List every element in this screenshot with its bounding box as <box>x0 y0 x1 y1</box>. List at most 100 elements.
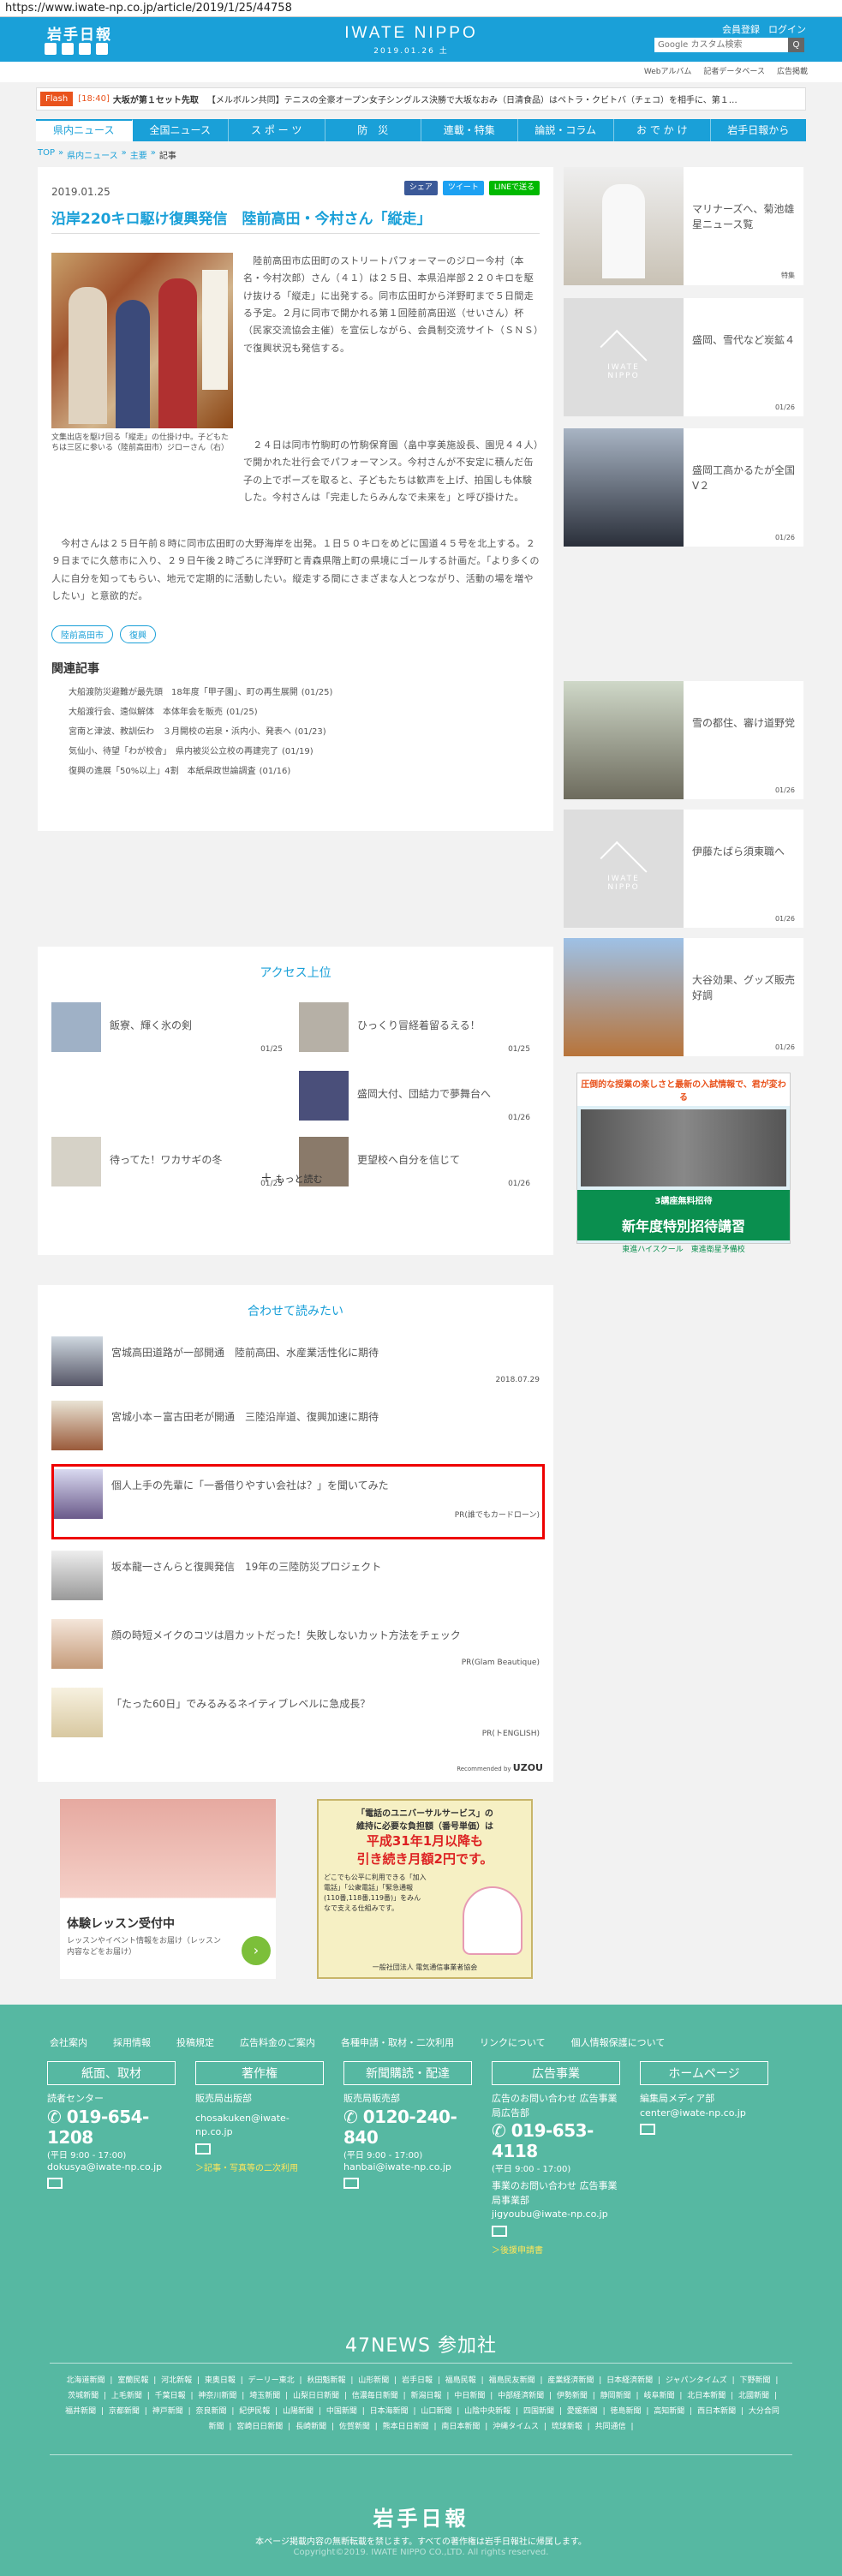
search-button[interactable]: Q <box>788 38 804 52</box>
recommend-credit[interactable]: Recommended by UZOU <box>457 1762 543 1773</box>
related-item[interactable]: 復興の進展「50%以上」4割 本紙県政世論調査 (01/16) <box>69 762 332 781</box>
member-paper-link[interactable]: 北海道新聞 <box>67 2376 105 2385</box>
member-paper-link[interactable]: 信濃毎日新聞 <box>352 2392 398 2400</box>
nav-from-iwate[interactable]: 岩手日報から <box>711 119 807 141</box>
flash-news-bar[interactable]: Flash [18:40] 大坂が第１セット先取 【メルボルン共同】テニスの全豪… <box>36 87 806 111</box>
member-paper-link[interactable]: 室蘭民報 <box>117 2376 148 2385</box>
sponsor-application-link[interactable]: ＞後援申請書 <box>492 2243 620 2256</box>
footer-logo[interactable]: 岩手日報 <box>0 2501 842 2531</box>
footer-link[interactable]: 会社案内 <box>50 2035 87 2049</box>
member-paper-link[interactable]: 山梨日日新聞 <box>293 2392 339 2400</box>
member-paper-link[interactable]: 佐賀新聞 <box>339 2423 370 2431</box>
member-paper-link[interactable]: 北國新聞 <box>738 2392 769 2400</box>
access-item[interactable]: 待ってた！ワカサギの冬 01/25 <box>51 1137 283 1188</box>
member-paper-link[interactable]: 東奥日報 <box>205 2376 236 2385</box>
nav-sports[interactable]: ス ポ ー ツ <box>229 119 325 141</box>
rss-icon[interactable] <box>96 43 108 55</box>
member-paper-link[interactable]: 山形新聞 <box>358 2376 389 2385</box>
article-photo[interactable] <box>51 253 233 428</box>
member-paper-link[interactable]: 中日新聞 <box>454 2392 485 2400</box>
member-paper-link[interactable]: 奈良新聞 <box>195 2407 226 2416</box>
footer-link[interactable]: 各種申請・取材・二次利用 <box>341 2035 454 2049</box>
member-paper-link[interactable]: 静岡新聞 <box>600 2392 631 2400</box>
mail-icon[interactable] <box>195 2143 211 2155</box>
line-share-button[interactable]: LINEで送る <box>488 181 540 195</box>
member-paper-link[interactable]: 西日本新聞 <box>697 2407 736 2416</box>
nav-editorial[interactable]: 論説・コラム <box>518 119 614 141</box>
member-paper-link[interactable]: ジャパンタイムズ <box>666 2376 727 2385</box>
footer-link[interactable]: 個人情報保護について <box>571 2035 666 2049</box>
login-link[interactable]: ログイン <box>768 22 806 36</box>
access-item[interactable]: 飯寮、輝く氷の剣 01/25 <box>51 1002 283 1054</box>
ad-universal-service[interactable]: 「電話のユニバーサルサービス」の 維持に必要な負担額（番号単価）は 平成31年1… <box>317 1799 533 1979</box>
site-logo[interactable]: 岩手日報 <box>47 22 112 44</box>
tweet-button[interactable]: ツイート <box>442 181 484 195</box>
search-input[interactable] <box>654 38 788 52</box>
more-link[interactable]: ＋ もっと読む <box>260 1169 323 1186</box>
member-paper-link[interactable]: 日本経済新聞 <box>606 2376 653 2385</box>
twitter-icon[interactable] <box>45 43 57 55</box>
nav-disaster[interactable]: 防 災 <box>325 119 421 141</box>
footer-link[interactable]: 採用情報 <box>113 2035 151 2049</box>
member-paper-link[interactable]: 長崎新聞 <box>296 2423 326 2431</box>
access-item[interactable]: 盛岡大付、団結力で夢舞台へ 01/26 <box>299 1071 530 1122</box>
member-paper-link[interactable]: 上毛新聞 <box>111 2392 142 2400</box>
member-paper-link[interactable]: 四国新聞 <box>523 2407 554 2416</box>
member-paper-link[interactable]: 神奈川新聞 <box>198 2392 236 2400</box>
member-paper-link[interactable]: 山口新聞 <box>421 2407 451 2416</box>
subnav-ad[interactable]: 広告掲載 <box>777 65 808 82</box>
nav-outing[interactable]: お で か け <box>614 119 711 141</box>
access-item[interactable]: ひっくり冒経着留るえる！ 01/25 <box>299 1002 530 1054</box>
member-paper-link[interactable]: 新潟日報 <box>411 2392 442 2400</box>
tag-fukko[interactable]: 復興 <box>120 625 156 643</box>
member-paper-link[interactable]: 山陰中央新報 <box>464 2407 511 2416</box>
url-bar[interactable]: https://www.iwate-np.co.jp/article/2019/… <box>0 0 842 17</box>
member-paper-link[interactable]: 産業経済新聞 <box>547 2376 594 2385</box>
member-paper-link[interactable]: 茨城新聞 <box>68 2392 99 2400</box>
member-paper-link[interactable]: 山陽新聞 <box>283 2407 314 2416</box>
sidebar-item[interactable]: IWATE NIPPO 盛岡、雪代など炭鉱４ 01/26 <box>564 298 803 416</box>
instagram-icon[interactable] <box>79 43 91 55</box>
member-paper-link[interactable]: 福井新聞 <box>65 2407 96 2416</box>
member-paper-link[interactable]: 中国新聞 <box>326 2407 357 2416</box>
sidebar-item[interactable]: IWATE NIPPO 伊藤たばら須東職へ 01/26 <box>564 810 803 928</box>
mail-icon[interactable] <box>640 2124 655 2135</box>
recommend-item[interactable]: 宮城高田道路が一部開通 陸前高田、水産業活性化に期待 2018.07.29 <box>51 1336 540 1396</box>
ad-dance[interactable]: 体験レッスン受付中 レッスンやイベント情報をお届け（レッスン内容などをお届け） … <box>60 1799 276 1979</box>
related-item[interactable]: 大船渡行会、遠似解体 本体年会を販売 (01/25) <box>69 702 332 722</box>
member-paper-link[interactable]: 徳島新聞 <box>611 2407 642 2416</box>
recommend-item[interactable]: 宮城小本－富古田老が開通 三陸沿岸道、復興加速に期待 <box>51 1401 540 1461</box>
member-paper-link[interactable]: 伊勢新聞 <box>557 2392 588 2400</box>
member-paper-link[interactable]: 千葉日報 <box>155 2392 186 2400</box>
crumb-top[interactable]: TOP <box>38 148 55 161</box>
recommend-item[interactable]: 坂本龍一さんらと復興発信 19年の三陸防災プロジェクト <box>51 1551 540 1611</box>
member-paper-link[interactable]: 福島民友新聞 <box>489 2376 535 2385</box>
member-paper-link[interactable]: 共同通信 <box>595 2423 626 2431</box>
member-paper-link[interactable]: 京都新聞 <box>109 2407 140 2416</box>
access-item[interactable]: 更望校へ自分を信じて 01/26 <box>299 1137 530 1188</box>
mail-icon[interactable] <box>343 2178 359 2189</box>
nav-national-news[interactable]: 全国ニュース <box>133 119 229 141</box>
sidebar-item[interactable]: 雪の都住、審け道野党 01/26 <box>564 681 803 799</box>
related-item[interactable]: 気仙小、待望「わが校舎」 県内被災公立校の再建完了 (01/19) <box>69 742 332 762</box>
member-paper-link[interactable]: 河北新報 <box>161 2376 192 2385</box>
member-register-link[interactable]: 会員登録 <box>722 22 760 36</box>
sidebar-item[interactable]: 盛岡工高かるたが全国V２ 01/26 <box>564 428 803 547</box>
member-paper-link[interactable]: 日本海新聞 <box>370 2407 409 2416</box>
member-paper-link[interactable]: 高知新聞 <box>654 2407 684 2416</box>
footer-link[interactable]: 広告料金のご案内 <box>240 2035 315 2049</box>
member-paper-link[interactable]: 南日本新聞 <box>441 2423 480 2431</box>
member-paper-link[interactable]: 岩手日報 <box>402 2376 433 2385</box>
footer-link[interactable]: 投稿規定 <box>176 2035 214 2049</box>
member-paper-link[interactable]: 琉球新報 <box>552 2423 582 2431</box>
member-paper-link[interactable]: 紀伊民報 <box>239 2407 270 2416</box>
member-paper-link[interactable]: 中部経済新聞 <box>498 2392 544 2400</box>
secondary-use-link[interactable]: ＞記事・写真等の二次利用 <box>195 2161 324 2173</box>
member-paper-link[interactable]: 岐阜新聞 <box>643 2392 674 2400</box>
member-paper-link[interactable]: 埼玉新聞 <box>249 2392 280 2400</box>
recommend-item-pr[interactable]: 「たった60日」でみるみるネイティブレベルに急成長？ PR(トENGLISH) <box>51 1688 540 1748</box>
member-paper-link[interactable]: 愛媛新聞 <box>567 2407 598 2416</box>
crumb-local[interactable]: 県内ニュース <box>67 148 118 161</box>
crumb-main[interactable]: 主要 <box>130 148 147 161</box>
mail-icon[interactable] <box>492 2225 507 2237</box>
